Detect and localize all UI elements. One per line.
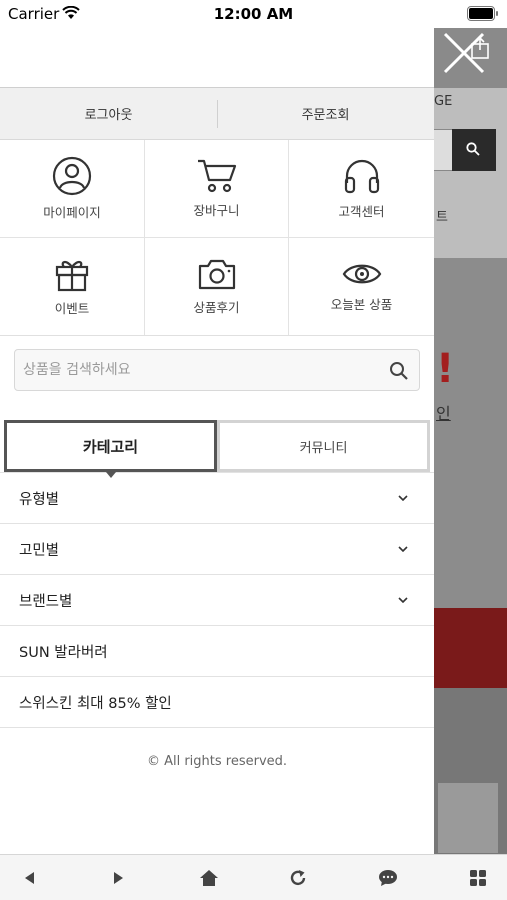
quick-menu-grid: 마이페이지 장바구니 고객센터 이벤트 상품후기 오늘본 상품 — [0, 140, 434, 336]
quick-menu-event[interactable]: 이벤트 — [0, 238, 145, 335]
search-icon[interactable] — [389, 361, 409, 381]
close-icon[interactable] — [443, 32, 485, 74]
search-input[interactable] — [15, 350, 419, 390]
background-text: ! — [436, 346, 455, 392]
status-bar: Carrier 12:00 AM — [0, 0, 507, 28]
account-bar: 로그아웃 주문조회 — [0, 88, 434, 140]
back-icon — [25, 871, 34, 884]
quick-menu-label: 상품후기 — [193, 300, 240, 315]
chevron-down-icon — [398, 495, 408, 501]
background-page: GE 트 ! 인 — [434, 28, 507, 854]
cart-icon — [197, 159, 236, 193]
quick-menu-label: 오늘본 상품 — [330, 297, 393, 312]
chat-button[interactable] — [373, 863, 403, 893]
category-label: 브랜드별 — [19, 593, 73, 610]
headphones-icon — [344, 159, 379, 194]
quick-menu-label: 고객센터 — [338, 204, 385, 219]
category-label: 고민별 — [19, 542, 60, 559]
quick-menu-label: 이벤트 — [54, 301, 90, 316]
tab-bar: 카테고리 커뮤니티 — [0, 412, 434, 478]
forward-button[interactable] — [104, 863, 134, 893]
background-search-field — [434, 129, 454, 171]
category-list: 유형별 고민별 브랜드별 SUN 발라버려 스위스킨 최대 85% 할인 — [0, 472, 434, 728]
drawer-header — [0, 28, 434, 88]
grid-icon — [469, 869, 486, 886]
quick-menu-customer-center[interactable]: 고객센터 — [289, 140, 434, 238]
background-content — [434, 88, 507, 258]
search-container — [0, 336, 434, 412]
camera-icon — [198, 259, 235, 290]
refresh-icon — [291, 869, 306, 885]
eye-icon — [342, 264, 381, 284]
search-icon — [466, 142, 480, 156]
copyright-text: © All rights reserved. — [146, 754, 288, 769]
quick-menu-mypage[interactable]: 마이페이지 — [0, 140, 145, 238]
category-item-swisskin-sale[interactable]: 스위스킨 최대 85% 할인 — [0, 677, 434, 728]
background-text: 트 — [436, 210, 448, 225]
category-item-concern[interactable]: 고민별 — [0, 524, 434, 575]
search-box — [14, 349, 420, 391]
background-banner — [434, 258, 507, 608]
person-icon — [52, 156, 92, 196]
gift-icon — [55, 261, 89, 292]
chevron-down-icon — [398, 546, 408, 552]
quick-menu-review[interactable]: 상품후기 — [145, 238, 289, 335]
battery-icon — [467, 6, 498, 21]
quick-menu-cart[interactable]: 장바구니 — [145, 140, 289, 238]
forward-icon — [113, 871, 123, 884]
logout-button[interactable]: 로그아웃 — [0, 88, 217, 139]
background-product-image — [438, 783, 498, 853]
chevron-down-icon — [398, 597, 408, 603]
background-link: 인 — [436, 404, 451, 423]
category-item-brand[interactable]: 브랜드별 — [0, 575, 434, 626]
back-button[interactable] — [14, 863, 44, 893]
category-item-sun[interactable]: SUN 발라버려 — [0, 626, 434, 677]
category-item-type[interactable]: 유형별 — [0, 473, 434, 524]
tab-community[interactable]: 커뮤니티 — [217, 420, 430, 472]
side-drawer: 로그아웃 주문조회 마이페이지 장바구니 고객센터 이벤트 상품후기 오늘본 상… — [0, 28, 434, 854]
background-red-banner — [434, 608, 507, 688]
category-label: 스위스킨 최대 85% 할인 — [19, 695, 172, 712]
refresh-button[interactable] — [283, 863, 313, 893]
status-time: 12:00 AM — [213, 5, 294, 23]
category-label: SUN 발라버려 — [19, 644, 108, 661]
quick-menu-label: 마이페이지 — [43, 205, 101, 220]
category-label: 유형별 — [19, 491, 60, 508]
home-icon — [199, 869, 218, 886]
background-search-button — [452, 129, 496, 171]
bottom-toolbar — [0, 854, 507, 900]
menu-grid-button[interactable] — [463, 863, 493, 893]
quick-menu-label: 장바구니 — [193, 203, 240, 218]
background-text: GE — [434, 94, 453, 109]
chat-icon — [379, 869, 398, 886]
quick-menu-recently-viewed[interactable]: 오늘본 상품 — [289, 238, 434, 335]
home-button[interactable] — [194, 863, 224, 893]
tab-category[interactable]: 카테고리 — [4, 420, 217, 478]
order-lookup-button[interactable]: 주문조회 — [217, 88, 434, 139]
